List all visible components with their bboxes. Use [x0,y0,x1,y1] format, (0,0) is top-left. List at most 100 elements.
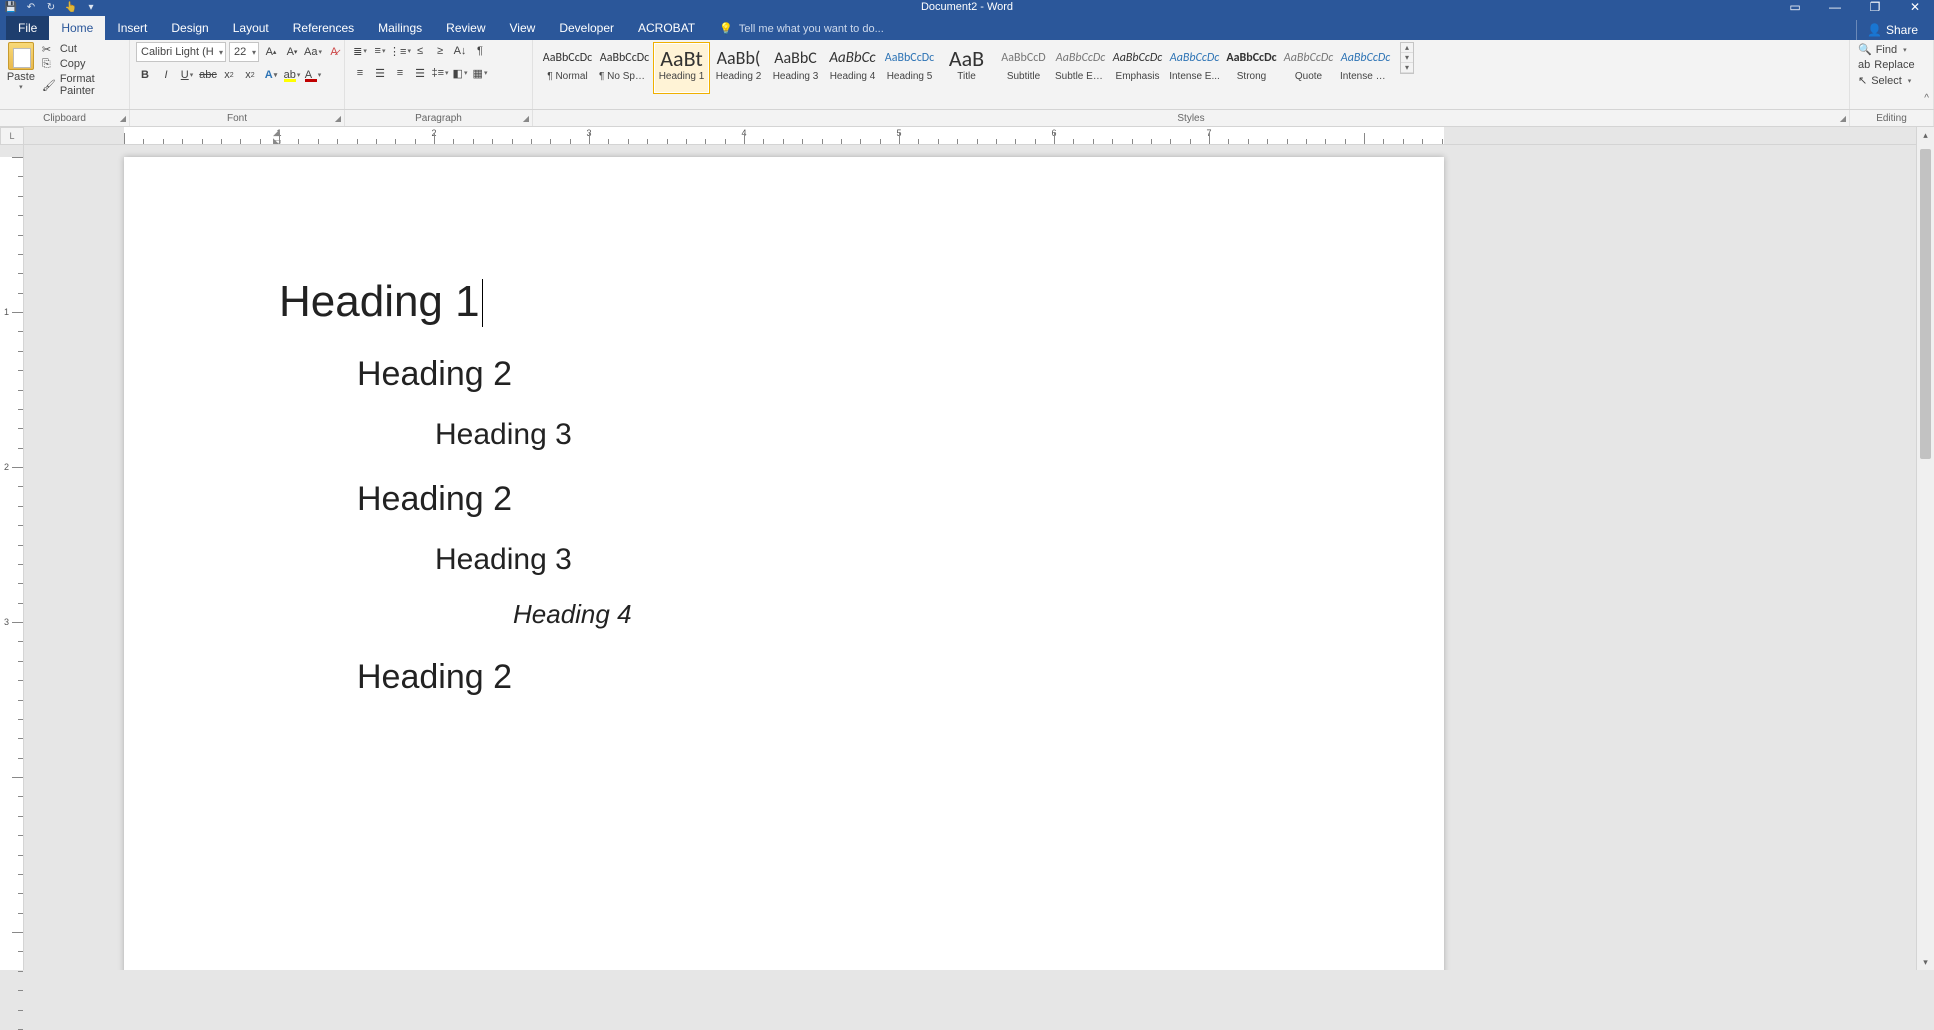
style-intense-e-[interactable]: AaBbCcDcIntense E... [1166,42,1223,94]
cut-button[interactable]: ✂Cut [40,42,123,56]
show-marks-button[interactable]: ¶ [471,42,489,60]
font-name-combo[interactable]: Calibri Light (H [136,42,226,62]
style-quote[interactable]: AaBbCcDcQuote [1280,42,1337,94]
clear-formatting-button[interactable]: A̷ [325,43,343,61]
underline-button[interactable]: U [178,66,196,84]
tab-insert[interactable]: Insert [105,16,159,40]
style--normal[interactable]: AaBbCcDc¶ Normal [539,42,596,94]
line-spacing-button[interactable]: ‡≡ [431,64,449,82]
heading-2[interactable]: Heading 2 [357,658,1289,697]
superscript-button[interactable]: x2 [241,66,259,84]
copy-button[interactable]: ⎘Copy [40,57,123,71]
tab-file[interactable]: File [6,16,49,40]
close-button[interactable]: ✕ [1900,0,1930,14]
shading-button[interactable]: ◧ [451,64,469,82]
clipboard-launcher-icon[interactable]: ◢ [120,114,126,123]
paste-button[interactable]: Paste ▾ [6,42,36,91]
document-page[interactable]: Heading 1 Heading 2 Heading 3 Heading 2 Head… [124,157,1444,970]
tab-acrobat[interactable]: ACROBAT [626,16,707,40]
style-strong[interactable]: AaBbCcDcStrong [1223,42,1280,94]
qat-touch-mode-icon[interactable]: 👆 [64,0,78,14]
align-right-button[interactable]: ≡ [391,64,409,82]
vertical-ruler[interactable]: 123 [0,145,24,970]
tab-view[interactable]: View [498,16,548,40]
scroll-down-icon[interactable]: ▾ [1917,954,1934,970]
ribbon-options-icon[interactable]: ▭ [1780,0,1810,14]
strikethrough-button[interactable]: abc [199,66,217,84]
document-viewport[interactable]: Heading 1 Heading 2 Heading 3 Heading 2 Head… [24,145,1916,970]
heading-2[interactable]: Heading 2 [357,480,1289,519]
change-case-button[interactable]: Aa [304,43,322,61]
style-subtle-em-[interactable]: AaBbCcDcSubtle Em... [1052,42,1109,94]
format-painter-button[interactable]: 🖌Format Painter [40,72,123,98]
share-button[interactable]: 👤 Share [1856,20,1928,40]
heading-2[interactable]: Heading 2 [357,355,1289,394]
highlight-button[interactable]: ab [283,66,301,84]
scroll-up-icon[interactable]: ▴ [1917,127,1934,143]
font-launcher-icon[interactable]: ◢ [335,114,341,123]
find-button[interactable]: 🔍Find▾ [1856,42,1917,57]
tab-references[interactable]: References [281,16,366,40]
qat-undo-icon[interactable]: ↶ [24,0,38,14]
ruler-tab-selector[interactable]: L [0,127,24,145]
decrease-indent-button[interactable]: ≤ [411,42,429,60]
align-center-button[interactable]: ☰ [371,64,389,82]
font-size-combo[interactable]: 22 [229,42,259,62]
heading-3[interactable]: Heading 3 [435,418,1289,452]
style-emphasis[interactable]: AaBbCcDcEmphasis [1109,42,1166,94]
horizontal-ruler[interactable]: 1234567◢◣▭ [24,127,1916,145]
paragraph-launcher-icon[interactable]: ◢ [523,114,529,123]
select-button[interactable]: ↖Select▾ [1856,73,1917,88]
style-intense-q-[interactable]: AaBbCcDcIntense Q... [1337,42,1394,94]
qat-save-icon[interactable]: 💾 [4,0,18,14]
tab-review[interactable]: Review [434,16,497,40]
qat-customize-icon[interactable]: ▾ [84,0,98,14]
tab-layout[interactable]: Layout [221,16,281,40]
tab-developer[interactable]: Developer [547,16,626,40]
shrink-font-button[interactable]: A▾ [283,43,301,61]
tab-mailings[interactable]: Mailings [366,16,434,40]
styles-scroll[interactable]: ▴ ▾ ▾ [1400,42,1414,74]
numbering-button[interactable]: ≡ [371,42,389,60]
style-heading-1[interactable]: AaBtHeading 1 [653,42,710,94]
text-effects-button[interactable]: A [262,66,280,84]
style-title[interactable]: AaBTitle [938,42,995,94]
tab-design[interactable]: Design [159,16,220,40]
borders-button[interactable]: ▦ [471,64,489,82]
style-subtitle[interactable]: AaBbCcDSubtitle [995,42,1052,94]
tab-home[interactable]: Home [49,16,105,40]
minimize-button[interactable]: — [1820,0,1850,14]
justify-button[interactable]: ☰ [411,64,429,82]
bullets-button[interactable]: ≣ [351,42,369,60]
style-heading-4[interactable]: AaBbCcHeading 4 [824,42,881,94]
styles-expand-icon[interactable]: ▾ [1401,63,1413,73]
sort-button[interactable]: A↓ [451,42,469,60]
heading-3[interactable]: Heading 3 [435,543,1289,577]
style--no-spac-[interactable]: AaBbCcDc¶ No Spac... [596,42,653,94]
collapse-ribbon-icon[interactable]: ^ [1924,93,1929,104]
multilevel-list-button[interactable]: ⋮≡ [391,42,409,60]
replace-button[interactable]: abReplace [1856,58,1917,72]
maximize-button[interactable]: ❐ [1860,0,1890,14]
styles-gallery[interactable]: AaBbCcDc¶ NormalAaBbCcDc¶ No Spac...AaBt… [539,42,1394,94]
qat-redo-icon[interactable]: ↻ [44,0,58,14]
style-heading-2[interactable]: AaBb(Heading 2 [710,42,767,94]
subscript-button[interactable]: x2 [220,66,238,84]
tell-me-search[interactable]: 💡 Tell me what you want to do... [719,22,884,40]
left-indent-marker[interactable]: ▭ [273,136,282,145]
styles-scroll-up-icon[interactable]: ▴ [1401,43,1413,53]
styles-scroll-down-icon[interactable]: ▾ [1401,53,1413,63]
heading-1[interactable]: Heading 1 [279,277,1289,327]
increase-indent-button[interactable]: ≥ [431,42,449,60]
heading-4[interactable]: Heading 4 [513,599,1289,630]
vertical-scrollbar[interactable]: ▴ ▾ [1916,127,1934,970]
style-heading-5[interactable]: AaBbCcDcHeading 5 [881,42,938,94]
font-color-button[interactable]: A [304,66,322,84]
grow-font-button[interactable]: A▴ [262,43,280,61]
bold-button[interactable]: B [136,66,154,84]
italic-button[interactable]: I [157,66,175,84]
styles-launcher-icon[interactable]: ◢ [1840,114,1846,123]
scrollbar-thumb[interactable] [1920,149,1931,459]
align-left-button[interactable]: ≡ [351,64,369,82]
style-heading-3[interactable]: AaBbCHeading 3 [767,42,824,94]
